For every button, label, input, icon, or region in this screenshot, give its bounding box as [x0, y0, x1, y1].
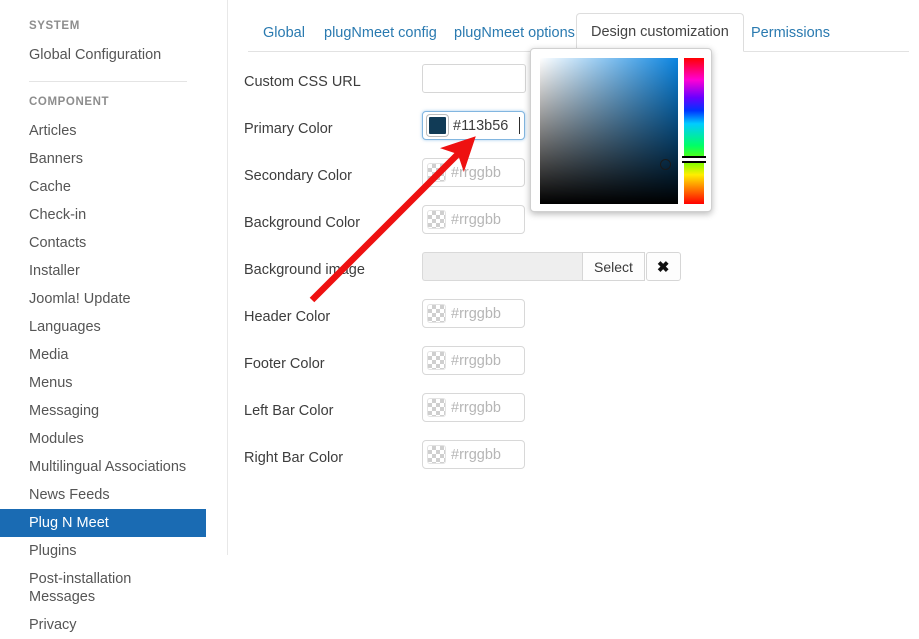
- label-background-image: Background image: [244, 260, 365, 280]
- secondary-color-field[interactable]: [422, 158, 525, 187]
- label-custom-css-url: Custom CSS URL: [244, 72, 361, 92]
- background-color-input[interactable]: [451, 212, 520, 228]
- control-background-color: [422, 205, 525, 234]
- form-row-left-bar-color: Left Bar Color: [228, 391, 919, 438]
- sidebar-item-media[interactable]: Media: [0, 341, 227, 369]
- tab-permissions[interactable]: Permissions: [736, 14, 845, 52]
- sidebar-item-post-installation-messages[interactable]: Post-installation Messages: [0, 565, 189, 611]
- sidebar-item-cache[interactable]: Cache: [0, 173, 227, 201]
- control-custom-css-url: [422, 64, 526, 93]
- custom-css-url-input[interactable]: [422, 64, 526, 93]
- sidebar-heading-component: COMPONENT: [0, 96, 227, 108]
- sidebar-item-multilingual-associations[interactable]: Multilingual Associations: [0, 453, 227, 481]
- sidebar-item-menus[interactable]: Menus: [0, 369, 227, 397]
- color-swatch-icon[interactable]: [427, 351, 446, 370]
- control-background-image: Select ✖: [422, 252, 681, 281]
- sidebar: SYSTEM Global Configuration COMPONENT Ar…: [0, 0, 228, 555]
- tab-plugnmeet-options[interactable]: plugNmeet options: [439, 14, 590, 52]
- header-color-input[interactable]: [451, 306, 520, 322]
- control-primary-color: [422, 111, 525, 140]
- form-row-right-bar-color: Right Bar Color: [228, 438, 919, 485]
- label-left-bar-color: Left Bar Color: [244, 401, 333, 421]
- sidebar-item-contacts[interactable]: Contacts: [0, 229, 227, 257]
- sidebar-item-modules[interactable]: Modules: [0, 425, 227, 453]
- sidebar-item-installer[interactable]: Installer: [0, 257, 227, 285]
- saturation-value-cursor[interactable]: [660, 159, 671, 170]
- label-background-color: Background Color: [244, 213, 360, 233]
- background-image-path-input[interactable]: [422, 252, 582, 281]
- sidebar-item-joomla-update[interactable]: Joomla! Update: [0, 285, 227, 313]
- clear-image-button[interactable]: ✖: [646, 252, 681, 281]
- control-left-bar-color: [422, 393, 525, 422]
- sidebar-item-plug-n-meet[interactable]: Plug N Meet: [0, 509, 206, 537]
- sidebar-item-privacy[interactable]: Privacy: [0, 611, 227, 639]
- secondary-color-input[interactable]: [451, 165, 520, 181]
- left-bar-color-input[interactable]: [451, 400, 520, 416]
- form-row-background-image: Background image Select ✖: [228, 250, 919, 297]
- color-swatch-icon[interactable]: [427, 304, 446, 323]
- sidebar-item-check-in[interactable]: Check-in: [0, 201, 227, 229]
- sidebar-heading-system: SYSTEM: [0, 20, 227, 32]
- color-swatch-icon[interactable]: [427, 210, 446, 229]
- tab-bar: Global plugNmeet config plugNmeet option…: [228, 0, 919, 52]
- background-image-input-group: Select ✖: [422, 252, 681, 281]
- label-header-color: Header Color: [244, 307, 330, 327]
- label-footer-color: Footer Color: [244, 354, 325, 374]
- control-header-color: [422, 299, 525, 328]
- tab-design-customization[interactable]: Design customization: [576, 13, 744, 52]
- form-row-header-color: Header Color: [228, 297, 919, 344]
- right-bar-color-field[interactable]: [422, 440, 525, 469]
- color-swatch-icon[interactable]: [427, 115, 448, 136]
- sidebar-item-languages[interactable]: Languages: [0, 313, 227, 341]
- color-swatch-icon[interactable]: [427, 398, 446, 417]
- form-row-footer-color: Footer Color: [228, 344, 919, 391]
- label-secondary-color: Secondary Color: [244, 166, 352, 186]
- sidebar-item-plugins[interactable]: Plugins: [0, 537, 227, 565]
- sidebar-item-banners[interactable]: Banners: [0, 145, 227, 173]
- hue-slider[interactable]: [684, 58, 704, 204]
- control-footer-color: [422, 346, 525, 375]
- control-secondary-color: [422, 158, 525, 187]
- sidebar-item-global-configuration[interactable]: Global Configuration: [0, 41, 227, 69]
- sidebar-item-articles[interactable]: Articles: [0, 117, 227, 145]
- tab-plugnmeet-config[interactable]: plugNmeet config: [309, 14, 452, 52]
- footer-color-field[interactable]: [422, 346, 525, 375]
- header-color-field[interactable]: [422, 299, 525, 328]
- sidebar-item-messaging[interactable]: Messaging: [0, 397, 227, 425]
- label-primary-color: Primary Color: [244, 119, 333, 139]
- label-right-bar-color: Right Bar Color: [244, 448, 343, 468]
- hue-slider-handle[interactable]: [682, 156, 706, 163]
- select-image-button[interactable]: Select: [582, 252, 645, 281]
- control-right-bar-color: [422, 440, 525, 469]
- primary-color-input[interactable]: [453, 118, 521, 134]
- sidebar-divider: [29, 81, 187, 82]
- left-bar-color-field[interactable]: [422, 393, 525, 422]
- text-caret: [519, 117, 520, 134]
- color-swatch-icon[interactable]: [427, 445, 446, 464]
- color-swatch-icon[interactable]: [427, 163, 446, 182]
- right-bar-color-input[interactable]: [451, 447, 520, 463]
- footer-color-input[interactable]: [451, 353, 520, 369]
- sidebar-item-news-feeds[interactable]: News Feeds: [0, 481, 227, 509]
- color-picker-popup[interactable]: [530, 48, 712, 212]
- background-color-field[interactable]: [422, 205, 525, 234]
- saturation-value-area[interactable]: [540, 58, 678, 204]
- primary-color-field[interactable]: [422, 111, 525, 140]
